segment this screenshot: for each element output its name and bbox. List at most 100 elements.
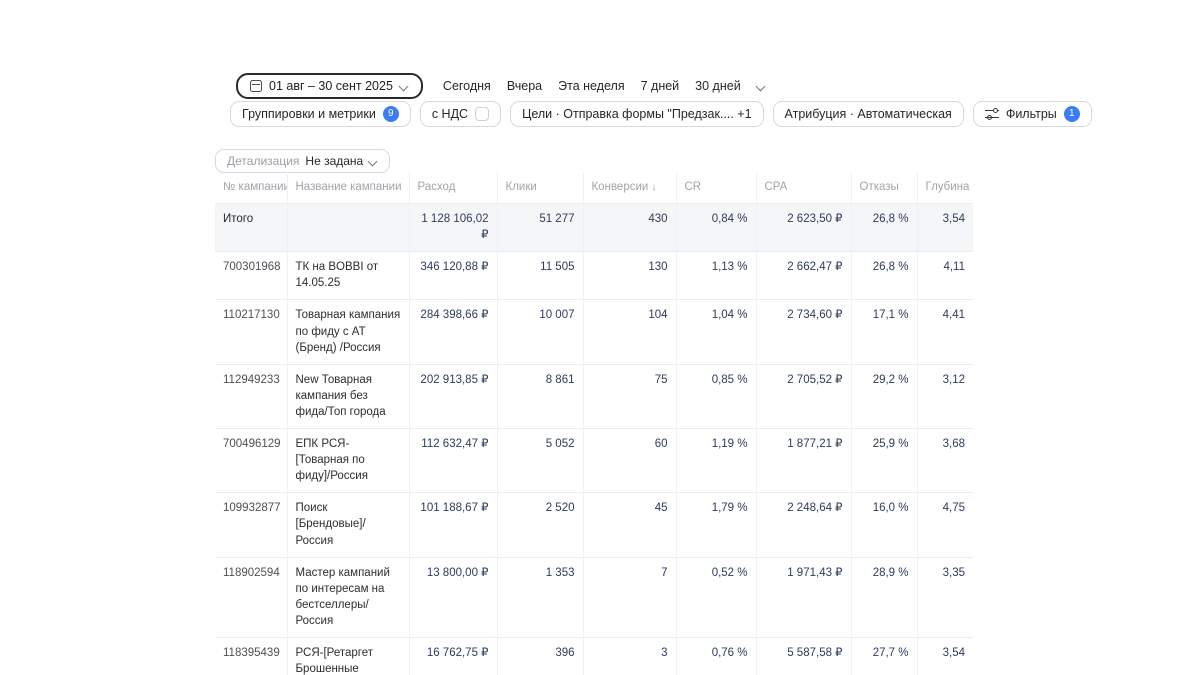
cell-id[interactable]: 118902594 [215, 557, 287, 637]
cell-depth: 3,35 [917, 557, 973, 637]
cell-cpa: 2 623,50 ₽ [756, 204, 851, 252]
cell-name[interactable]: Товарная кампания по фиду с АТ (Бренд) /… [287, 300, 409, 364]
cell-id[interactable]: 112949233 [215, 364, 287, 428]
cell-bounce: 25,9 % [851, 429, 917, 493]
cell-spend: 346 120,88 ₽ [409, 252, 497, 300]
cell-cr: 1,19 % [676, 429, 756, 493]
cell-clicks: 5 052 [497, 429, 583, 493]
cell-cpa: 1 971,43 ₽ [756, 557, 851, 637]
cell-cr: 0,76 % [676, 637, 756, 675]
quick-range-this-week[interactable]: Эта неделя [558, 79, 624, 93]
quick-range-7-days[interactable]: 7 дней [641, 79, 680, 93]
cell-id[interactable]: 110217130 [215, 300, 287, 364]
attribution-button[interactable]: Атрибуция · Автоматическая [773, 101, 964, 127]
cell-clicks: 8 861 [497, 364, 583, 428]
cell-spend: 16 762,75 ₽ [409, 637, 497, 675]
cell-clicks: 10 007 [497, 300, 583, 364]
toolbar-date-row: 01 авг – 30 сент 2025 Сегодня Вчера Эта … [236, 73, 766, 99]
column-header-cpa[interactable]: CPA [756, 172, 851, 204]
cell-name[interactable]: New Товарная кампания без фида/Топ город… [287, 364, 409, 428]
cell-cpa: 2 734,60 ₽ [756, 300, 851, 364]
table-row: 118395439РСЯ-[Ретаргет Брошенные корзины… [215, 637, 973, 675]
filters-label: Фильтры [1006, 107, 1057, 121]
date-range-picker[interactable]: 01 авг – 30 сент 2025 [236, 73, 423, 99]
column-header-conversions[interactable]: Конверсии↓ [583, 172, 676, 204]
cell-id[interactable]: 118395439 [215, 637, 287, 675]
groupings-metrics-label: Группировки и метрики [242, 107, 376, 121]
cell-depth: 3,12 [917, 364, 973, 428]
cell-bounce: 16,0 % [851, 493, 917, 557]
cell-depth: 4,11 [917, 252, 973, 300]
cell-cr: 1,13 % [676, 252, 756, 300]
cell-conversions: 3 [583, 637, 676, 675]
attribution-label: Атрибуция · Автоматическая [785, 107, 952, 121]
detail-label: Детализация [227, 154, 299, 168]
cell-depth: 3,54 [917, 204, 973, 252]
cell-conversions: 75 [583, 364, 676, 428]
column-header-cr[interactable]: CR [676, 172, 756, 204]
cell-conversions: 60 [583, 429, 676, 493]
table-row: 110217130Товарная кампания по фиду с АТ … [215, 300, 973, 364]
cell-id[interactable]: 109932877 [215, 493, 287, 557]
cell-name[interactable]: Поиск [Брендовые]/ Россия [287, 493, 409, 557]
quick-ranges: Сегодня Вчера Эта неделя 7 дней 30 дней [443, 79, 766, 93]
column-header-name[interactable]: Название кампании [287, 172, 409, 204]
cell-name [287, 204, 409, 252]
cell-name[interactable]: ЕПК РСЯ-[Товарная по фиду]/Россия [287, 429, 409, 493]
table-body: Итого1 128 106,02 ₽51 2774300,84 %2 623,… [215, 204, 973, 675]
quick-range-yesterday[interactable]: Вчера [507, 79, 542, 93]
calendar-icon [250, 80, 262, 92]
cell-clicks: 11 505 [497, 252, 583, 300]
vat-checkbox[interactable] [475, 107, 489, 121]
cell-bounce: 17,1 % [851, 300, 917, 364]
cell-name[interactable]: Мастер кампаний по интересам на бестселл… [287, 557, 409, 637]
goals-label: Цели · Отправка формы "Предзак.... +1 [522, 107, 751, 121]
cell-depth: 3,54 [917, 637, 973, 675]
quick-range-30-days[interactable]: 30 дней [695, 79, 741, 93]
cell-cr: 1,79 % [676, 493, 756, 557]
cell-spend: 112 632,47 ₽ [409, 429, 497, 493]
cell-cr: 0,85 % [676, 364, 756, 428]
vat-label: с НДС [432, 107, 468, 121]
chevron-down-icon[interactable] [757, 82, 766, 91]
cell-bounce: 27,7 % [851, 637, 917, 675]
cell-cpa: 1 877,21 ₽ [756, 429, 851, 493]
column-header-spend[interactable]: Расход [409, 172, 497, 204]
cell-cpa: 2 705,52 ₽ [756, 364, 851, 428]
cell-clicks: 51 277 [497, 204, 583, 252]
cell-depth: 3,68 [917, 429, 973, 493]
cell-clicks: 396 [497, 637, 583, 675]
cell-name[interactable]: РСЯ-[Ретаргет Брошенные корзины, Покупат… [287, 637, 409, 675]
cell-spend: 13 800,00 ₽ [409, 557, 497, 637]
cell-spend: 284 398,66 ₽ [409, 300, 497, 364]
cell-bounce: 26,8 % [851, 204, 917, 252]
groupings-metrics-button[interactable]: Группировки и метрики 9 [230, 101, 411, 127]
cell-conversions: 104 [583, 300, 676, 364]
quick-range-today[interactable]: Сегодня [443, 79, 491, 93]
cell-clicks: 1 353 [497, 557, 583, 637]
goals-button[interactable]: Цели · Отправка формы "Предзак.... +1 [510, 101, 763, 127]
column-header-bounce[interactable]: Отказы [851, 172, 917, 204]
table-row: 700496129ЕПК РСЯ-[Товарная по фиду]/Росс… [215, 429, 973, 493]
column-header-depth[interactable]: Глубина п... [917, 172, 973, 204]
chevron-down-icon [369, 157, 378, 166]
column-header-id[interactable]: № кампании [215, 172, 287, 204]
cell-id[interactable]: 700496129 [215, 429, 287, 493]
detail-selector[interactable]: Детализация Не задана [215, 149, 390, 173]
cell-cpa: 2 248,64 ₽ [756, 493, 851, 557]
cell-id[interactable]: 700301968 [215, 252, 287, 300]
column-header-clicks[interactable]: Клики [497, 172, 583, 204]
cell-bounce: 29,2 % [851, 364, 917, 428]
filters-button[interactable]: Фильтры 1 [973, 101, 1092, 127]
cell-conversions: 7 [583, 557, 676, 637]
cell-name[interactable]: ТК на BOBBI от 14.05.25 [287, 252, 409, 300]
groupings-count-badge: 9 [383, 106, 399, 122]
vat-toggle[interactable]: с НДС [420, 101, 501, 127]
cell-spend: 1 128 106,02 ₽ [409, 204, 497, 252]
table-row: 112949233New Товарная кампания без фида/… [215, 364, 973, 428]
chevron-down-icon [400, 82, 409, 91]
cell-id: Итого [215, 204, 287, 252]
cell-clicks: 2 520 [497, 493, 583, 557]
table-row: 118902594Мастер кампаний по интересам на… [215, 557, 973, 637]
cell-conversions: 130 [583, 252, 676, 300]
